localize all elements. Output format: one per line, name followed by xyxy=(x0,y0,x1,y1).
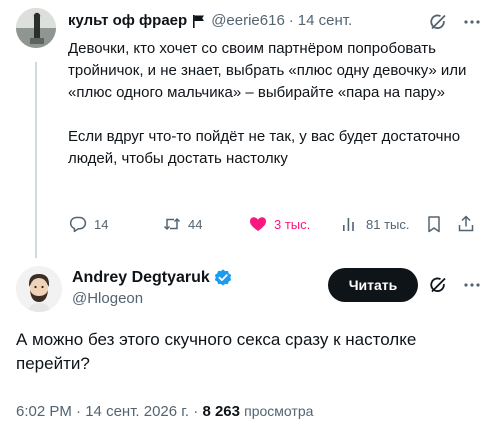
main-author-name-row: Andrey Degtyaruk xyxy=(72,268,233,288)
main-author-handle[interactable]: @Hlogeon xyxy=(72,290,143,307)
reply-icon xyxy=(69,216,87,233)
parent-tweet-header: культ оф фраер @eerie616 · 14 сент. xyxy=(68,12,352,29)
parent-author-avatar[interactable] xyxy=(16,8,56,48)
share-icon xyxy=(458,215,474,232)
bookmark-icon xyxy=(428,216,440,233)
parent-author-name[interactable]: культ оф фраер xyxy=(68,12,187,29)
tweet-views-label: просмотра xyxy=(244,403,314,419)
main-tweet-text: А можно без этого скучного секса сразу к… xyxy=(16,330,417,373)
parent-tweet-actions: 14 44 3 тыс. 81 тыс. xyxy=(68,214,480,238)
parent-tweet-text: Девочки, кто хочет со своим партнёром по… xyxy=(68,38,488,170)
repost-icon xyxy=(163,217,181,231)
meta-separator: · xyxy=(193,403,199,420)
parent-tweet-time[interactable]: 14 сент. xyxy=(298,12,352,29)
verified-badge-icon[interactable] xyxy=(213,268,233,288)
repost-count: 44 xyxy=(188,216,203,232)
main-tweet-meta: 6:02 PM · 14 сент. 2026 г. · 8 263 просм… xyxy=(16,403,313,420)
tweet-views-count: 8 263 xyxy=(202,403,240,420)
flag-icon xyxy=(192,14,206,28)
parent-author-handle[interactable]: @eerie616 xyxy=(211,12,285,29)
parent-tweet-paragraph: Если вдруг что-то пойдёт не так, у вас б… xyxy=(68,128,461,167)
tweet-time[interactable]: 6:02 PM xyxy=(16,403,72,420)
follow-button[interactable]: Читать xyxy=(328,268,418,302)
views-count: 81 тыс. xyxy=(366,216,410,232)
main-author-avatar[interactable] xyxy=(16,266,62,312)
views-icon xyxy=(343,218,354,231)
header-separator: · xyxy=(288,12,294,29)
meta-separator: · xyxy=(76,403,82,420)
heart-icon xyxy=(250,217,266,231)
parent-tweet[interactable]: культ оф фраер @eerie616 · 14 сент. Дево… xyxy=(0,0,500,258)
more-options-icon[interactable] xyxy=(462,12,482,32)
thread-connector-line xyxy=(35,62,37,258)
tweet-date[interactable]: 14 сент. 2026 г. xyxy=(85,403,189,420)
views-button[interactable]: 81 тыс. xyxy=(340,214,409,234)
share-button[interactable] xyxy=(456,214,476,234)
more-options-icon[interactable] xyxy=(462,275,482,295)
bookmark-button[interactable] xyxy=(424,214,444,234)
main-author-name[interactable]: Andrey Degtyaruk xyxy=(72,269,210,287)
reply-button[interactable]: 14 xyxy=(68,214,108,234)
grok-icon[interactable] xyxy=(428,12,448,32)
like-button[interactable]: 3 тыс. xyxy=(248,214,310,234)
like-count: 3 тыс. xyxy=(274,216,311,232)
grok-icon[interactable] xyxy=(428,275,448,295)
parent-tweet-paragraph: Девочки, кто хочет со своим партнёром по… xyxy=(68,40,467,101)
repost-button[interactable]: 44 xyxy=(162,214,202,234)
reply-count: 14 xyxy=(94,216,109,232)
